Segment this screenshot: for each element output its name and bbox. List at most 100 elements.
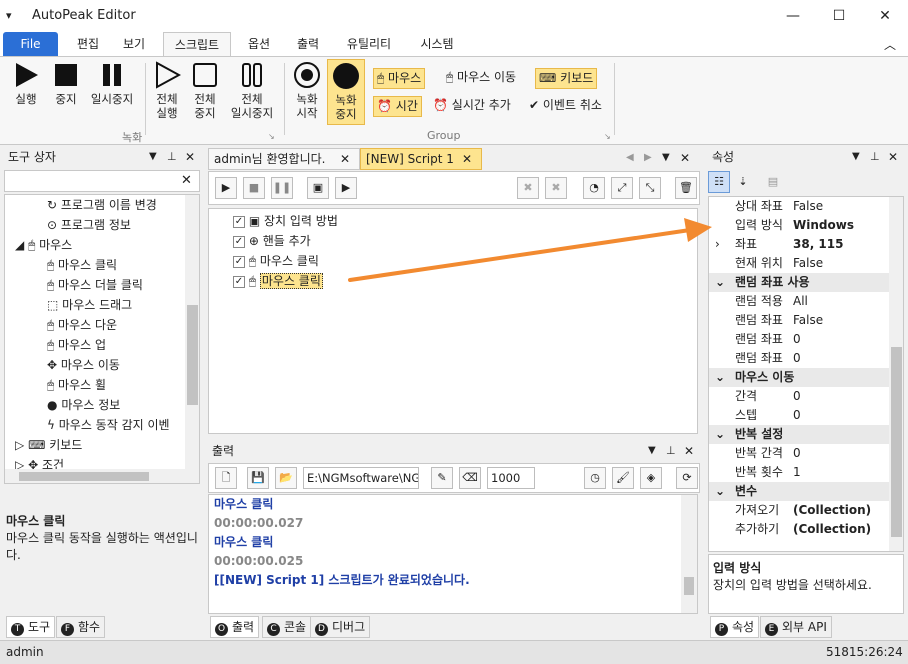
tab-system[interactable]: 시스템 — [410, 32, 464, 56]
property-row[interactable]: 랜덤 좌표 0 — [709, 330, 889, 349]
tree-category-mouse[interactable]: ◢ 🖱 마우스 — [15, 235, 72, 255]
tab-view[interactable]: 보기 — [114, 32, 154, 56]
line-count-input[interactable]: 1000 — [487, 467, 535, 489]
close-icon[interactable]: ✕ — [888, 146, 898, 168]
property-row[interactable]: 가져오기 (Collection) — [709, 501, 889, 520]
property-row[interactable]: 입력 방식 Windows — [709, 216, 889, 235]
run-button[interactable]: 실행 — [6, 61, 46, 106]
timer-icon[interactable]: ◔ — [583, 177, 605, 199]
tab-console[interactable]: C 콘솔 — [262, 616, 312, 638]
pause-all-button[interactable]: 전체 일시중지 — [224, 61, 280, 120]
pause-icon[interactable]: ❚❚ — [271, 177, 293, 199]
tab-output[interactable]: O 출력 — [210, 616, 260, 638]
time-toggle-button[interactable]: ⏰ 시간 — [373, 96, 422, 117]
tab-debug[interactable]: D 디버그 — [310, 616, 371, 638]
property-value[interactable]: Windows — [793, 216, 854, 235]
scrollbar-thumb[interactable] — [19, 472, 149, 481]
keyboard-toggle-button[interactable]: ⌨ 키보드 — [535, 68, 598, 89]
scroll-left-icon[interactable]: ◀ — [626, 152, 634, 163]
property-category[interactable]: ⌄ 반복 설정 — [709, 425, 889, 444]
save-icon[interactable]: 💾 — [247, 467, 269, 489]
play-box-icon[interactable]: ▶ — [335, 177, 357, 199]
disabled-x-icon[interactable]: ✖ — [517, 177, 539, 199]
property-row[interactable]: 랜덤 적용 All — [709, 292, 889, 311]
close-icon[interactable]: ✕ — [680, 151, 690, 165]
refresh-icon[interactable]: ⟳ — [676, 467, 698, 489]
property-category[interactable]: ⌄ 변수 — [709, 482, 889, 501]
collapse-icon[interactable]: ⤡ — [639, 177, 661, 199]
property-value[interactable]: 1 — [793, 463, 801, 482]
clear-search-icon[interactable]: ✕ — [181, 173, 192, 188]
sort-az-icon[interactable]: ⇣ — [732, 171, 754, 193]
disabled-x-icon[interactable]: ✖ — [545, 177, 567, 199]
pause-button[interactable]: 일시중지 — [84, 61, 140, 106]
stop-all-button[interactable]: 전체 중지 — [186, 61, 224, 120]
checkbox[interactable]: ✓ — [233, 275, 245, 288]
property-row[interactable]: 스텝 0 — [709, 406, 889, 425]
play-frame-icon[interactable]: ▣ — [307, 177, 329, 199]
collapse-ribbon-icon[interactable]: ︿ — [884, 36, 896, 53]
dialog-launcher-icon[interactable]: ↘ — [604, 132, 611, 141]
pin-icon[interactable]: ⊥ — [666, 440, 676, 462]
toolbox-search-input[interactable]: ✕ — [4, 170, 200, 192]
property-value[interactable]: False — [793, 311, 823, 330]
tree-item[interactable]: 🖱 마우스 클릭 — [47, 255, 117, 275]
property-value[interactable]: 0 — [793, 406, 801, 425]
tab-welcome[interactable]: admin님 환영합니다. ✕ — [208, 148, 360, 170]
brush-icon[interactable]: 🖌 — [612, 467, 634, 489]
expand-chevron-icon[interactable]: › — [715, 235, 720, 254]
dropdown-icon[interactable]: ▼ — [648, 440, 656, 462]
paint-bucket-icon[interactable]: ◈ — [640, 467, 662, 489]
maximize-button[interactable]: ☐ — [816, 0, 862, 32]
tree-item[interactable]: ↻ 프로그램 이름 변경 — [47, 195, 157, 215]
close-tab-icon[interactable]: ✕ — [462, 149, 472, 169]
property-row[interactable]: 상대 좌표 False — [709, 197, 889, 216]
event-cancel-button[interactable]: ✔ 이벤트 취소 — [526, 96, 605, 117]
vertical-scrollbar[interactable] — [889, 197, 903, 551]
dropdown-icon[interactable]: ▼ — [149, 146, 157, 168]
scroll-right-icon[interactable]: ▶ — [644, 152, 652, 163]
property-value[interactable]: 0 — [793, 330, 801, 349]
collapse-chevron-icon[interactable]: ⌄ — [715, 425, 725, 444]
tree-category-keyboard[interactable]: ▷ ⌨ 키보드 — [15, 435, 82, 455]
pin-icon[interactable]: ⊥ — [167, 146, 177, 168]
property-row[interactable]: › 좌표 38, 115 — [709, 235, 889, 254]
dropdown-icon[interactable]: ▼ — [852, 146, 860, 168]
checkbox[interactable]: ✓ — [233, 215, 245, 228]
property-value[interactable]: All — [793, 292, 808, 311]
property-value[interactable]: (Collection) — [793, 501, 871, 520]
output-path-input[interactable]: E:\NGMsoftware\NG — [303, 467, 419, 489]
expand-icon[interactable]: ⤢ — [611, 177, 633, 199]
checkbox[interactable]: ✓ — [233, 255, 245, 268]
checkbox[interactable]: ✓ — [233, 235, 245, 248]
mouse-toggle-button[interactable]: 🖱 마우스 — [373, 68, 426, 89]
script-row[interactable]: ✓ ▣ 장치 입력 방법 — [233, 211, 338, 231]
property-pages-icon[interactable]: ▤ — [762, 171, 784, 193]
folder-icon[interactable]: 📂 — [275, 467, 297, 489]
close-icon[interactable]: ✕ — [684, 440, 694, 462]
tab-properties[interactable]: P 속성 — [710, 616, 760, 638]
stop-icon[interactable]: ■ — [243, 177, 265, 199]
record-start-button[interactable]: 녹화 시작 — [288, 61, 326, 120]
property-value[interactable]: (Collection) — [793, 520, 871, 539]
property-row[interactable]: 랜덤 좌표 0 — [709, 349, 889, 368]
property-value[interactable]: 0 — [793, 349, 801, 368]
tree-item[interactable]: ⬚ 마우스 드래그 — [47, 295, 132, 315]
property-row[interactable]: 반복 간격 0 — [709, 444, 889, 463]
pin-icon[interactable]: ⊥ — [870, 146, 880, 168]
collapse-chevron-icon[interactable]: ⌄ — [715, 482, 725, 501]
delete-icon[interactable]: 🗑 — [675, 177, 697, 199]
record-stop-button[interactable]: 녹화 중지 — [327, 59, 365, 125]
property-row[interactable]: 반복 횟수 1 — [709, 463, 889, 482]
tree-item[interactable]: 🖱 마우스 더블 클릭 — [47, 275, 143, 295]
realtime-add-button[interactable]: ⏰ 실시간 추가 — [430, 96, 514, 117]
clear-brush-icon[interactable]: ✎ — [431, 467, 453, 489]
tree-item[interactable]: 🖱 마우스 업 — [47, 335, 106, 355]
tab-toolbox-tools[interactable]: T 도구 — [6, 616, 56, 638]
stop-button[interactable]: 중지 — [46, 61, 86, 106]
app-menu-icon[interactable]: ▾ — [6, 9, 12, 22]
play-icon[interactable]: ▶ — [215, 177, 237, 199]
vertical-scrollbar[interactable] — [681, 495, 697, 613]
clock-icon[interactable]: ◷ — [584, 467, 606, 489]
tree-item[interactable]: ✥ 마우스 이동 — [47, 355, 120, 375]
